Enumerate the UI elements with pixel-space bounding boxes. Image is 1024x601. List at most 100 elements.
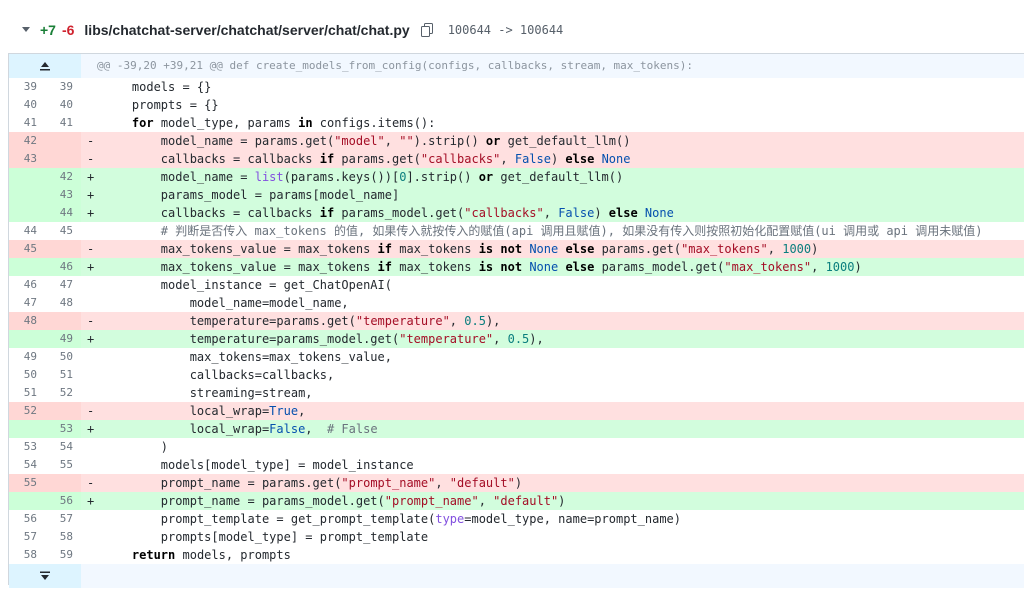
diff-marker: + <box>81 204 103 222</box>
new-line-number[interactable]: 49 <box>45 330 81 348</box>
new-line-number[interactable]: 50 <box>45 348 81 366</box>
new-line-number[interactable] <box>45 240 81 258</box>
old-line-number[interactable]: 57 <box>9 528 45 546</box>
deleted-line: 42 - model_name = params.get("model", "")… <box>9 132 1024 150</box>
new-line-number[interactable]: 52 <box>45 384 81 402</box>
new-line-number[interactable]: 42 <box>45 168 81 186</box>
new-line-number[interactable]: 44 <box>45 204 81 222</box>
code-text: callbacks = callbacks if params_model.ge… <box>103 204 1024 222</box>
diff-lines: 39 39 models = {} 40 40 prompts = {} 41 41 fo… <box>9 78 1024 564</box>
diff-marker <box>81 222 103 240</box>
old-line-number[interactable] <box>9 204 45 222</box>
old-line-number[interactable]: 45 <box>9 240 45 258</box>
new-line-number[interactable] <box>45 312 81 330</box>
old-line-number[interactable]: 52 <box>9 402 45 420</box>
code-text: temperature=params_model.get("temperatur… <box>103 330 1024 348</box>
code-text: max_tokens_value = max_tokens if max_tok… <box>103 258 1024 276</box>
old-line-number[interactable]: 46 <box>9 276 45 294</box>
new-line-number[interactable]: 47 <box>45 276 81 294</box>
old-line-number[interactable] <box>9 186 45 204</box>
old-line-number[interactable]: 48 <box>9 312 45 330</box>
old-line-number[interactable]: 56 <box>9 510 45 528</box>
old-line-number[interactable] <box>9 420 45 438</box>
old-line-number[interactable]: 55 <box>9 474 45 492</box>
new-line-number[interactable]: 41 <box>45 114 81 132</box>
diff-marker: + <box>81 168 103 186</box>
new-line-number[interactable]: 55 <box>45 456 81 474</box>
new-line-number[interactable]: 59 <box>45 546 81 564</box>
file-path-link[interactable]: libs/chatchat-server/chatchat/server/cha… <box>84 22 409 38</box>
old-line-number[interactable] <box>9 258 45 276</box>
old-line-number[interactable]: 44 <box>9 222 45 240</box>
new-line-number[interactable]: 40 <box>45 96 81 114</box>
added-line: 56 + prompt_name = params_model.get("prom… <box>9 492 1024 510</box>
diff-marker <box>81 78 103 96</box>
new-line-number[interactable]: 39 <box>45 78 81 96</box>
old-line-number[interactable]: 49 <box>9 348 45 366</box>
added-line: 53 + local_wrap=False, # False <box>9 420 1024 438</box>
code-text: model_instance = get_ChatOpenAI( <box>103 278 392 292</box>
new-line-number[interactable]: 54 <box>45 438 81 456</box>
old-line-number[interactable] <box>9 330 45 348</box>
added-line: 44 + callbacks = callbacks if params_mode… <box>9 204 1024 222</box>
old-line-number[interactable]: 47 <box>9 294 45 312</box>
added-line: 42 + model_name = list(params.keys())[0].… <box>9 168 1024 186</box>
code-text: prompt_template = get_prompt_template(ty… <box>103 512 681 526</box>
diff-marker: - <box>81 240 103 258</box>
added-line: 49 + temperature=params_model.get("temper… <box>9 330 1024 348</box>
new-line-number[interactable]: 57 <box>45 510 81 528</box>
additions-count: +7 <box>40 22 56 38</box>
context-line: 46 47 model_instance = get_ChatOpenAI( <box>9 276 1024 294</box>
code-text: models[model_type] = model_instance <box>103 458 414 472</box>
new-line-number[interactable]: 56 <box>45 492 81 510</box>
context-line: 53 54 ) <box>9 438 1024 456</box>
new-line-number[interactable]: 48 <box>45 294 81 312</box>
added-line: 43 + params_model = params[model_name] <box>9 186 1024 204</box>
context-line: 50 51 callbacks=callbacks, <box>9 366 1024 384</box>
context-line: 44 45 # 判断是否传入 max_tokens 的值, 如果传入就按传入的赋值… <box>9 222 1024 240</box>
diff-marker <box>81 294 103 312</box>
diff-marker <box>81 528 103 546</box>
new-line-number[interactable]: 53 <box>45 420 81 438</box>
code-text: callbacks = callbacks if params.get("cal… <box>103 150 1024 168</box>
hunk-header-row: @@ -39,20 +39,21 @@ def create_models_fr… <box>9 54 1024 78</box>
new-line-number[interactable] <box>45 150 81 168</box>
old-line-number[interactable]: 51 <box>9 384 45 402</box>
code-text: model_name = params.get("model", "").str… <box>103 132 1024 150</box>
old-line-number[interactable]: 43 <box>9 150 45 168</box>
old-line-number[interactable]: 39 <box>9 78 45 96</box>
added-line: 46 + max_tokens_value = max_tokens if max… <box>9 258 1024 276</box>
new-line-number[interactable]: 43 <box>45 186 81 204</box>
new-line-number[interactable] <box>45 402 81 420</box>
diff-file-header: +7 -6 libs/chatchat-server/chatchat/serv… <box>8 10 1024 50</box>
new-line-number[interactable] <box>45 474 81 492</box>
old-line-number[interactable] <box>9 168 45 186</box>
expand-bottom-row <box>9 564 1024 588</box>
new-line-number[interactable] <box>45 132 81 150</box>
diff-marker: + <box>81 186 103 204</box>
old-line-number[interactable]: 58 <box>9 546 45 564</box>
expand-up-icon[interactable] <box>9 54 81 78</box>
code-text: prompt_name = params_model.get("prompt_n… <box>103 492 1024 510</box>
context-line: 40 40 prompts = {} <box>9 96 1024 114</box>
old-line-number[interactable]: 53 <box>9 438 45 456</box>
new-line-number[interactable]: 45 <box>45 222 81 240</box>
old-line-number[interactable]: 41 <box>9 114 45 132</box>
new-line-number[interactable]: 46 <box>45 258 81 276</box>
diff-marker: - <box>81 312 103 330</box>
old-line-number[interactable]: 42 <box>9 132 45 150</box>
old-line-number[interactable]: 50 <box>9 366 45 384</box>
context-line: 49 50 max_tokens=max_tokens_value, <box>9 348 1024 366</box>
new-line-number[interactable]: 51 <box>45 366 81 384</box>
context-line: 54 55 models[model_type] = model_instance <box>9 456 1024 474</box>
old-line-number[interactable]: 54 <box>9 456 45 474</box>
old-line-number[interactable] <box>9 492 45 510</box>
deleted-line: 55 - prompt_name = params.get("prompt_nam… <box>9 474 1024 492</box>
new-line-number[interactable]: 58 <box>45 528 81 546</box>
expand-down-icon[interactable] <box>9 564 81 588</box>
copy-icon[interactable] <box>420 22 436 38</box>
diff-marker: - <box>81 150 103 168</box>
chevron-down-icon[interactable] <box>18 22 34 38</box>
old-line-number[interactable]: 40 <box>9 96 45 114</box>
code-text: model_name=model_name, <box>103 296 349 310</box>
